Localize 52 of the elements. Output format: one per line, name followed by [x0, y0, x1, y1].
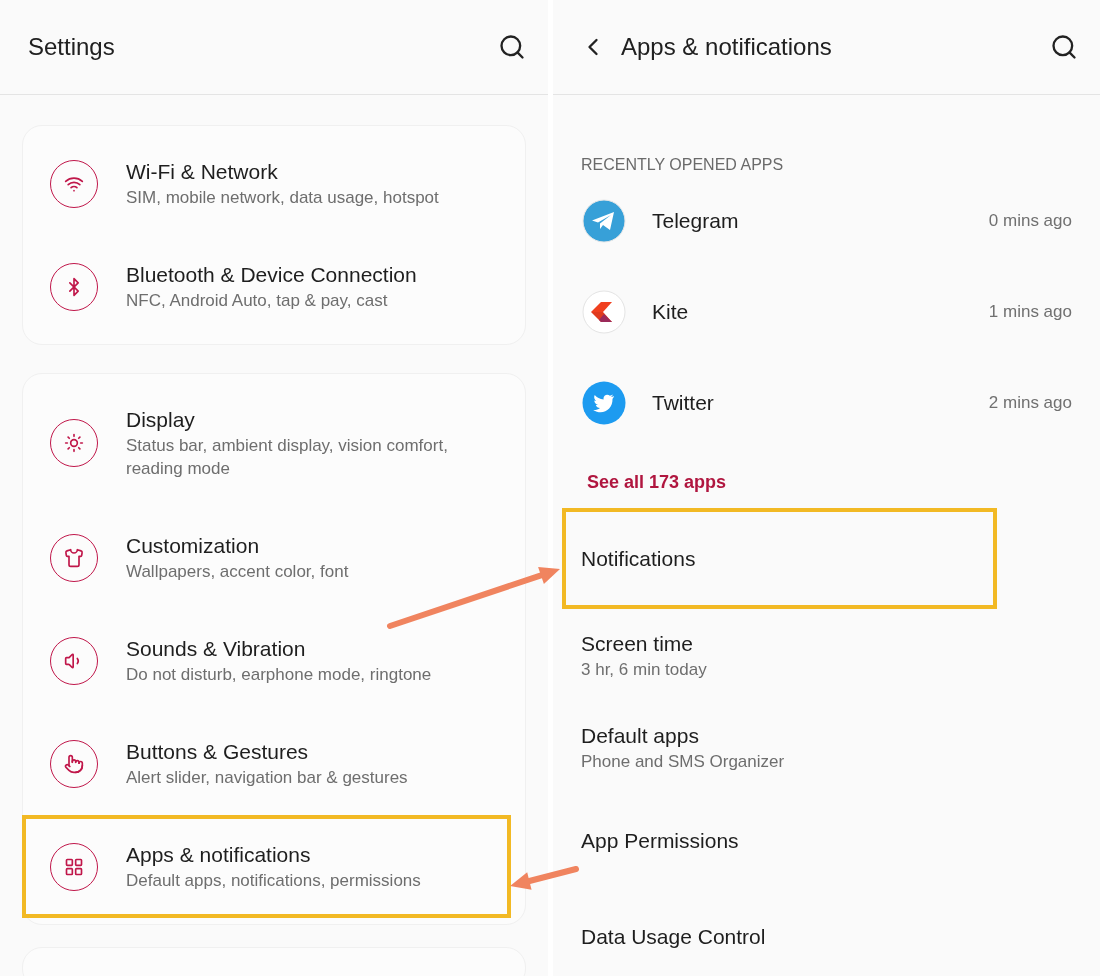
settings-item[interactable]: Notifications — [553, 508, 1100, 609]
app-name: Twitter — [652, 390, 715, 415]
item-subtitle: 3 hr, 6 min today — [581, 658, 708, 681]
item-subtitle: Default apps, notifications, permissions — [126, 870, 422, 892]
see-all-link[interactable]: See all 173 apps — [587, 470, 727, 494]
search-icon[interactable] — [498, 33, 526, 61]
section-label: RECENTLY OPENED APPS — [581, 155, 785, 175]
item-subtitle: NFC, Android Auto, tap & pay, cast — [126, 290, 389, 312]
settings-item[interactable]: Display Status bar, ambient display, vision comfort, reading mode — [23, 380, 525, 506]
app-row[interactable]: Twitter 2 mins ago — [553, 357, 1100, 448]
app-time: 1 mins ago — [988, 301, 1072, 322]
item-title: Apps & notifications — [126, 842, 312, 868]
item-title: Bluetooth & Device Connection — [126, 262, 418, 288]
item-title: Buttons & Gestures — [126, 739, 310, 765]
settings-item[interactable]: Data Usage Control — [553, 889, 1100, 976]
item-title: Screen time — [581, 630, 695, 657]
app-time: 0 mins ago — [988, 210, 1072, 231]
screen-title: Apps & notifications — [621, 33, 833, 61]
item-title: Default apps — [581, 722, 700, 749]
chevron-icon — [582, 289, 626, 334]
settings-item[interactable]: Screen time 3 hr, 6 min today — [553, 609, 1100, 701]
settings-item[interactable]: Customization Wallpapers, accent color, font — [23, 506, 525, 609]
app-name: Kite — [652, 299, 690, 324]
settings-item[interactable]: Wi-Fi & Network SIM, mobile network, data usage, hotspot — [23, 132, 525, 235]
settings-item[interactable]: App Permissions — [553, 793, 1100, 889]
item-title: Data Usage Control — [581, 924, 767, 950]
item-title: App Permissions — [581, 828, 740, 854]
item-title: Sounds & Vibration — [126, 636, 307, 662]
app-row[interactable]: Kite 1 mins ago — [553, 266, 1100, 357]
item-subtitle: SIM, mobile network, data usage, hotspot — [126, 187, 440, 209]
paper-plane-icon — [582, 198, 626, 243]
app-row[interactable]: Telegram 0 mins ago — [553, 175, 1100, 266]
screen-title: Settings — [28, 33, 116, 61]
item-subtitle: Status bar, ambient display, vision comfort, reading mode — [126, 435, 449, 480]
settings-item[interactable]: Apps & notifications Default apps, notifications, permissions — [23, 815, 525, 918]
settings-item[interactable]: Sounds & Vibration Do not disturb, earphone mode, ringtone — [23, 609, 525, 712]
item-title: Display — [126, 407, 196, 433]
item-subtitle: Phone and SMS Organizer — [581, 750, 786, 773]
item-subtitle: Do not disturb, earphone mode, ringtone — [126, 664, 433, 686]
settings-item[interactable]: Bluetooth & Device Connection NFC, Android Auto, tap & pay, cast — [23, 235, 525, 338]
item-subtitle: Wallpapers, accent color, font — [126, 561, 350, 583]
bird-icon — [582, 380, 626, 425]
item-title: Customization — [126, 533, 261, 559]
search-icon[interactable] — [1050, 33, 1078, 61]
app-time: 2 mins ago — [988, 392, 1072, 413]
item-title: Wi-Fi & Network — [126, 159, 279, 185]
settings-item[interactable]: Buttons & Gestures Alert slider, navigation bar & gestures — [23, 712, 525, 815]
item-subtitle: Alert slider, navigation bar & gestures — [126, 767, 409, 789]
item-title: Notifications — [581, 545, 697, 572]
app-name: Telegram — [652, 208, 740, 233]
arrow — [510, 866, 579, 890]
settings-item[interactable]: Default apps Phone and SMS Organizer — [553, 701, 1100, 793]
